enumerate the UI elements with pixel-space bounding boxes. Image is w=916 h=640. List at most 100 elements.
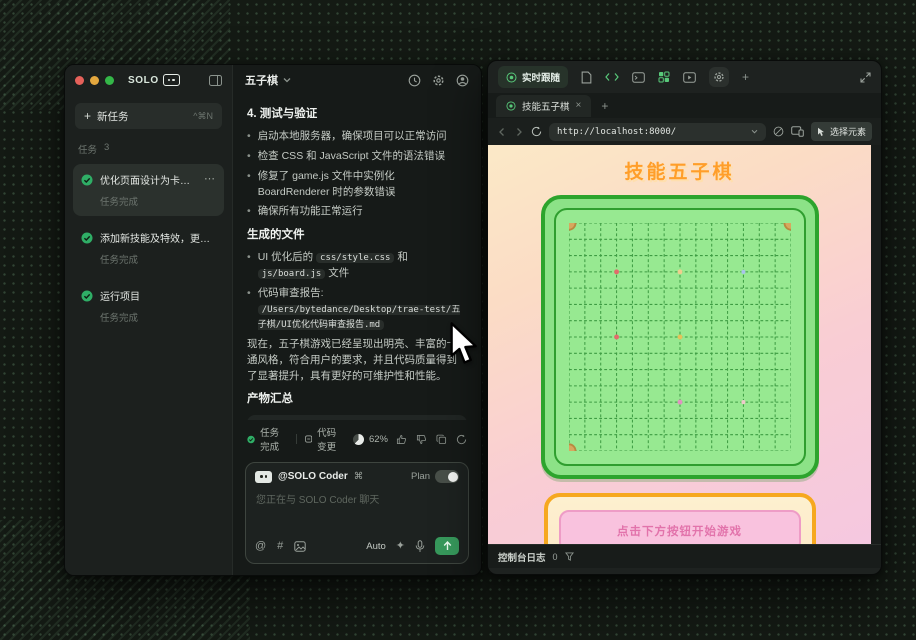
task-more-icon[interactable]: ⋯ bbox=[204, 177, 216, 183]
history-icon[interactable] bbox=[408, 74, 421, 87]
task-sidebar: SOLO + 新任务 ^⌘N 任务 3 优化页面设计为卡通风格 ⋯ 任务完成 bbox=[65, 65, 233, 575]
file-view-icon[interactable] bbox=[581, 71, 592, 84]
preview-player-icon[interactable] bbox=[683, 72, 696, 83]
console-filter-icon[interactable] bbox=[565, 552, 574, 561]
element-cursor-icon bbox=[817, 127, 826, 137]
window-titlebar: SOLO bbox=[65, 65, 232, 95]
report-path-line: 代码审查报告: /Users/bytedance/Desktop/trae-te… bbox=[258, 286, 467, 333]
mouse-cursor bbox=[447, 322, 481, 371]
new-tab-icon[interactable]: + bbox=[601, 100, 608, 112]
chat-input-footer: @ # Auto ✦ bbox=[246, 532, 468, 563]
section-heading: 4. 测试与验证 bbox=[247, 106, 467, 123]
code-view-icon[interactable] bbox=[605, 72, 619, 82]
task-complete-icon bbox=[81, 290, 93, 302]
chat-title: 五子棋 bbox=[245, 72, 278, 88]
page-scrollbar[interactable] bbox=[871, 145, 881, 544]
task-item-0[interactable]: 优化页面设计为卡通风格 ⋯ 任务完成 bbox=[73, 164, 224, 216]
url-dropdown-icon[interactable] bbox=[751, 129, 758, 134]
clear-data-icon[interactable] bbox=[773, 126, 784, 137]
chevron-down-icon[interactable] bbox=[283, 77, 291, 83]
browser-tab[interactable]: 技能五子棋 × bbox=[496, 95, 591, 117]
microphone-icon[interactable] bbox=[415, 540, 425, 553]
task-list-header: 任务 3 bbox=[65, 133, 232, 161]
task-status-bar: 任务完成 代码变更 62% bbox=[233, 420, 481, 457]
model-mode-selector[interactable]: Auto bbox=[366, 541, 386, 552]
chat-header: 五子棋 bbox=[233, 65, 481, 95]
mention-icon[interactable]: @ bbox=[255, 541, 266, 552]
chat-pane: 五子棋 4. 测试与验证 •启动本地服务器，确保项目可以正常访问 •检查 CSS… bbox=[233, 65, 481, 575]
regenerate-icon[interactable] bbox=[456, 434, 467, 445]
browser-settings-icon[interactable] bbox=[709, 67, 729, 87]
add-panel-icon[interactable]: + bbox=[742, 71, 749, 83]
chat-transcript: 4. 测试与验证 •启动本地服务器，确保项目可以正常访问 •检查 CSS 和 J… bbox=[233, 95, 481, 420]
status-done: 任务完成 bbox=[247, 425, 288, 453]
back-icon[interactable] bbox=[497, 127, 507, 137]
chat-input-box[interactable]: @SOLO Coder ⌘ Plan 您正在与 SOLO Coder 聊天 @ … bbox=[245, 462, 469, 564]
report-path-chip[interactable]: /Users/bytedance/Desktop/trae-test/五子棋/U… bbox=[258, 305, 461, 331]
solo-app-window: SOLO + 新任务 ^⌘N 任务 3 优化页面设计为卡通风格 ⋯ 任务完成 bbox=[64, 64, 482, 576]
task-item-2[interactable]: 运行项目 任务完成 bbox=[73, 280, 224, 332]
url-bar[interactable]: http://localhost:8000/ bbox=[549, 123, 766, 141]
summary-paragraph: 现在，五子棋游戏已经呈现出明亮、丰富的卡通风格，符合用户的要求，并且代码质量得到… bbox=[247, 337, 467, 384]
game-hint-text: 点击下方按钮开始游戏 bbox=[617, 523, 742, 539]
zoom-window-button[interactable] bbox=[105, 76, 114, 85]
board-grid bbox=[569, 223, 791, 451]
hash-icon[interactable]: # bbox=[277, 541, 283, 552]
close-window-button[interactable] bbox=[75, 76, 84, 85]
agent-shortcut: ⌘ bbox=[354, 471, 364, 482]
copy-icon[interactable] bbox=[436, 434, 447, 445]
profile-icon[interactable] bbox=[456, 74, 469, 87]
file-path-chip[interactable]: js/board.js bbox=[258, 269, 326, 279]
task-complete-icon bbox=[81, 232, 93, 244]
bullet-text: 检查 CSS 和 JavaScript 文件的语法错误 bbox=[258, 149, 445, 165]
plan-label: Plan bbox=[411, 471, 430, 482]
file-path-chip[interactable]: css/style.css bbox=[316, 253, 394, 263]
agent-name: @SOLO Coder bbox=[278, 471, 348, 482]
game-page: 技能五子棋 bbox=[488, 145, 871, 544]
solo-brand-label: SOLO bbox=[128, 75, 159, 86]
browser-navbar: http://localhost:8000/ 选择元素 bbox=[488, 118, 881, 145]
plus-icon: + bbox=[84, 110, 91, 122]
forward-icon[interactable] bbox=[514, 127, 524, 137]
console-log-bar[interactable]: 控制台日志 0 bbox=[488, 544, 881, 568]
bullet-text: 启动本地服务器，确保项目可以正常访问 bbox=[258, 129, 447, 145]
thumbs-down-icon[interactable] bbox=[416, 434, 427, 445]
solo-brand-badge: SOLO bbox=[128, 74, 180, 86]
plan-toggle[interactable] bbox=[435, 470, 459, 483]
new-task-button[interactable]: + 新任务 ^⌘N bbox=[75, 103, 222, 129]
select-element-button[interactable]: 选择元素 bbox=[811, 122, 872, 141]
agent-avatar-icon bbox=[255, 471, 272, 483]
status-progress: 62% bbox=[353, 434, 388, 445]
send-button[interactable] bbox=[435, 537, 459, 555]
reload-icon[interactable] bbox=[531, 126, 542, 137]
task-item-1[interactable]: 添加新技能及特效，更新游... 任务完成 bbox=[73, 222, 224, 274]
terminal-icon[interactable] bbox=[632, 72, 645, 83]
browser-tab-strip: 技能五子棋 × + bbox=[488, 93, 881, 118]
live-follow-icon bbox=[506, 72, 517, 83]
preview-toolbar: 实时跟随 + bbox=[488, 61, 881, 93]
extensions-icon[interactable] bbox=[658, 71, 670, 83]
task-count: 3 bbox=[104, 142, 109, 156]
gomoku-board[interactable] bbox=[541, 195, 819, 479]
new-task-shortcut: ^⌘N bbox=[193, 111, 213, 122]
generated-files-line: UI 优化后的 css/style.css 和 js/board.js 文件 bbox=[258, 250, 467, 282]
image-attach-icon[interactable] bbox=[294, 541, 306, 552]
expand-window-icon[interactable] bbox=[860, 72, 871, 83]
check-circle-icon bbox=[247, 434, 255, 445]
game-title: 技能五子棋 bbox=[488, 157, 871, 184]
live-follow-tab[interactable]: 实时跟随 bbox=[498, 66, 568, 88]
status-code-changes[interactable]: 代码变更 bbox=[305, 425, 345, 453]
device-emulation-icon[interactable] bbox=[791, 126, 804, 137]
close-tab-icon[interactable]: × bbox=[576, 101, 582, 111]
thumbs-up-icon[interactable] bbox=[396, 434, 407, 445]
enhance-prompt-icon[interactable]: ✦ bbox=[396, 541, 405, 552]
sidebar-toggle-icon[interactable] bbox=[209, 75, 222, 86]
send-arrow-icon bbox=[443, 541, 452, 551]
task-status: 任务完成 bbox=[100, 310, 216, 324]
settings-gear-icon[interactable] bbox=[432, 74, 445, 87]
live-preview-window: 实时跟随 + 技能五子棋 × + http://localhost:8000/ bbox=[487, 60, 882, 575]
code-change-icon bbox=[305, 434, 312, 444]
message-input[interactable]: 您正在与 SOLO Coder 聊天 bbox=[246, 488, 468, 532]
console-count-badge: 0 bbox=[553, 552, 558, 562]
minimize-window-button[interactable] bbox=[90, 76, 99, 85]
